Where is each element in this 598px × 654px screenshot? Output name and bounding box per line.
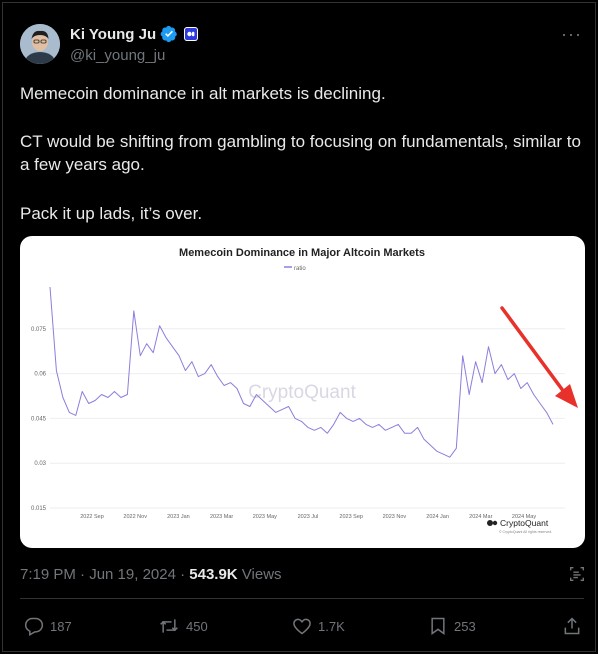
x-tick-label: 2022 Nov — [123, 514, 147, 520]
views-count: 543.9K — [189, 566, 238, 583]
x-tick-label: 2023 Mar — [210, 514, 233, 520]
bookmark-count: 253 — [454, 618, 476, 634]
views-label: Views — [237, 566, 282, 583]
series-ratio-line — [49, 286, 554, 458]
grok-icon[interactable] — [568, 565, 586, 588]
y-tick-label: 0.045 — [31, 416, 47, 422]
x-tick-label: 2023 May — [253, 514, 277, 520]
x-tick-label: 2023 Sep — [339, 514, 363, 520]
y-tick-label: 0.06 — [34, 372, 46, 378]
verified-badge-icon[interactable] — [160, 25, 178, 43]
tweet-text-line-2: CT would be shifting from gambling to fo… — [20, 132, 581, 174]
tweet-text-line-1: Memecoin dominance in alt markets is dec… — [20, 84, 386, 103]
annotation-arrow-head — [555, 384, 578, 408]
brand-name: CryptoQuant — [500, 518, 549, 528]
legend-label: ratio — [294, 266, 306, 272]
share-button[interactable] — [562, 616, 582, 636]
x-tick-label: 2022 Sep — [80, 514, 104, 520]
divider — [20, 598, 584, 599]
like-count: 1.7K — [318, 618, 345, 634]
tweet-text-line-3: Pack it up lads, it’s over. — [20, 204, 203, 223]
repost-button[interactable]: 450 — [158, 616, 208, 636]
x-tick-label: 2024 Mar — [469, 514, 492, 520]
brand-logo-icon-part — [492, 520, 498, 526]
x-tick-label: 2024 Jan — [426, 514, 449, 520]
timestamp[interactable]: 7:19 PM · Jun 19, 2024 · — [20, 566, 189, 583]
y-tick-label: 0.075 — [31, 327, 47, 333]
reply-icon — [24, 617, 44, 636]
avatar[interactable] — [20, 24, 60, 64]
reply-button[interactable]: 187 — [24, 616, 72, 636]
tweet-meta: 7:19 PM · Jun 19, 2024 · 543.9K Views — [20, 566, 282, 583]
author-name[interactable]: Ki Young Ju — [70, 26, 156, 43]
watermark: CryptoQuant — [248, 382, 356, 403]
x-tick-label: 2023 Jan — [167, 514, 190, 520]
x-tick-label: 2023 Nov — [383, 514, 407, 520]
y-tick-label: 0.015 — [31, 506, 47, 512]
reply-count: 187 — [50, 618, 72, 634]
org-badge-icon[interactable] — [184, 27, 199, 41]
brand-copyright: © CryptoQuant All rights reserved. — [499, 530, 552, 534]
like-icon — [293, 618, 311, 635]
author-handle[interactable]: @ki_young_ju — [70, 47, 165, 64]
repost-icon — [160, 619, 178, 633]
attached-chart-image[interactable]: Memecoin Dominance in Major Altcoin Mark… — [20, 236, 585, 548]
x-tick-label: 2023 Jul — [298, 514, 319, 520]
author-row: Ki Young Ju — [70, 25, 199, 43]
chart-title: Memecoin Dominance in Major Altcoin Mark… — [179, 247, 425, 259]
bookmark-icon — [431, 617, 445, 635]
annotation-arrow-shaft — [500, 306, 566, 394]
chart: Memecoin Dominance in Major Altcoin Mark… — [31, 247, 578, 534]
brand-logo-icon — [487, 520, 493, 526]
y-tick-label: 0.03 — [34, 461, 46, 467]
repost-count: 450 — [186, 618, 208, 634]
share-icon — [564, 617, 580, 635]
more-icon[interactable]: ··· — [561, 24, 582, 45]
like-button[interactable]: 1.7K — [292, 616, 345, 636]
bookmark-button[interactable]: 253 — [428, 616, 476, 636]
